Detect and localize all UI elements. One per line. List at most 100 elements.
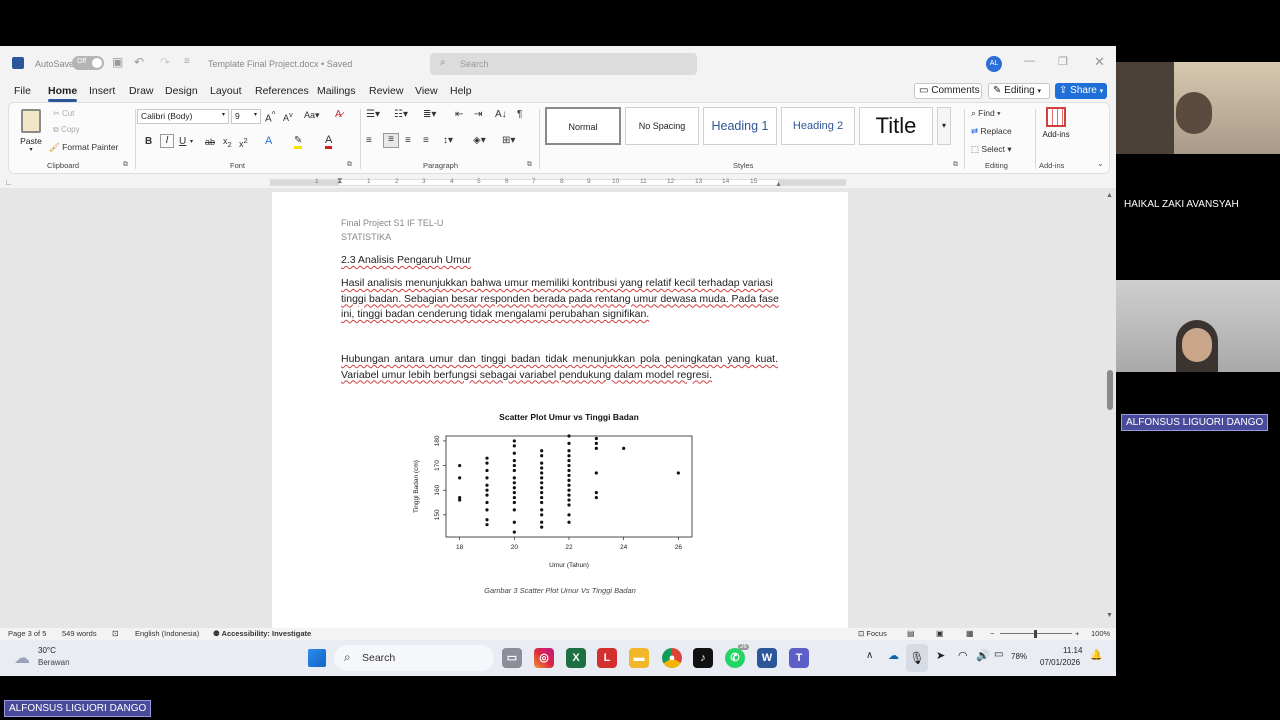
collapse-ribbon-icon[interactable]: ⌄ (1097, 159, 1104, 168)
zoom-out-icon[interactable]: − (990, 629, 994, 638)
shading-icon[interactable]: ◈▾ (473, 135, 486, 146)
highlight-icon[interactable]: ✎ (294, 135, 303, 149)
web-layout-icon[interactable]: ▦ (966, 629, 974, 638)
clipboard-launcher-icon[interactable]: ⧉ (123, 161, 128, 169)
battery-icon[interactable]: ▭ (994, 649, 1003, 660)
read-mode-icon[interactable]: ▤ (907, 629, 915, 638)
superscript-icon[interactable]: x2 (239, 136, 248, 149)
style-title[interactable]: Title (859, 107, 933, 145)
tab-insert[interactable]: Insert (89, 85, 115, 97)
horizontal-ruler[interactable]: ∟ ⧗ ▲ 1 1 2 3 4 5 6 7 8 9 10 11 12 13 14… (0, 176, 1116, 188)
show-hidden-icons[interactable]: ∧ (866, 650, 873, 661)
tab-layout[interactable]: Layout (210, 85, 242, 97)
italic-icon[interactable]: I (160, 134, 174, 148)
notification-icon[interactable]: 🔔 (1090, 650, 1102, 661)
weather-desc[interactable]: Berawan (38, 658, 70, 667)
align-center-icon[interactable]: ≡ (383, 133, 399, 148)
section-heading[interactable]: 2.3 Analisis Pengaruh Umur (341, 254, 471, 266)
file-explorer-icon[interactable]: ▬ (629, 648, 649, 668)
tab-references[interactable]: References (255, 85, 309, 97)
battery-level[interactable]: 78% (1011, 652, 1027, 661)
focus-mode[interactable]: ⊡ Focus (858, 629, 887, 638)
zoom-slider-thumb[interactable] (1034, 630, 1037, 638)
excel-icon[interactable]: X (566, 648, 586, 668)
paragraph-2[interactable]: Hubungan antara umur dan tinggi badan ti… (341, 352, 781, 383)
strikethrough-icon[interactable]: ab (205, 137, 215, 147)
save-icon[interactable]: ▣ (112, 55, 123, 69)
redo-icon[interactable]: ↷ (160, 55, 170, 69)
vertical-scrollbar[interactable]: ▲ ▼ (1104, 192, 1116, 624)
tab-home[interactable]: Home (48, 85, 78, 102)
onedrive-icon[interactable]: ☁ (888, 649, 899, 662)
location-icon[interactable]: ➤ (936, 649, 945, 662)
text-effects-icon[interactable]: A (265, 135, 272, 147)
accessibility-status[interactable]: ⚉ Accessibility: Investigate (213, 629, 311, 638)
change-case-icon[interactable]: Aa▾ (304, 110, 320, 121)
align-left-icon[interactable]: ≡ (366, 135, 372, 146)
undo-icon[interactable]: ↶ (134, 55, 144, 69)
taskbar-search[interactable]: ⌕ Search (334, 645, 494, 671)
instagram-icon[interactable]: ◎ (534, 648, 554, 668)
multilevel-icon[interactable]: ≣▾ (423, 109, 436, 120)
styles-launcher-icon[interactable]: ⧉ (953, 161, 958, 169)
paragraph-launcher-icon[interactable]: ⧉ (527, 161, 532, 169)
document-page[interactable]: Final Project S1 IF TEL-U STATISTIKA 2.3… (272, 192, 848, 628)
maximize-icon[interactable]: ❐ (1058, 55, 1068, 68)
increase-indent-icon[interactable]: ⇥ (474, 109, 482, 120)
paste-button[interactable]: Paste ▾ (17, 109, 45, 155)
app-l-icon[interactable]: L (597, 648, 617, 668)
borders-icon[interactable]: ⊞▾ (502, 135, 515, 146)
font-launcher-icon[interactable]: ⧉ (347, 161, 352, 169)
share-button[interactable]: ⇪ Share ▾ (1055, 83, 1107, 99)
autosave-toggle[interactable]: Off (72, 56, 104, 70)
word-count[interactable]: 549 words (62, 629, 97, 638)
subscript-icon[interactable]: x2 (223, 136, 232, 149)
addins-button[interactable]: Add-ins (1041, 107, 1071, 139)
align-right-icon[interactable]: ≡ (405, 135, 411, 146)
bullets-icon[interactable]: ☰▾ (366, 109, 380, 120)
sort-icon[interactable]: A↓ (495, 109, 507, 120)
user-avatar[interactable]: AL (986, 56, 1002, 72)
microphone-icon[interactable]: 🎙 (906, 644, 928, 672)
copy-button[interactable]: ⧉ Copy (53, 125, 80, 135)
pilcrow-icon[interactable]: ¶ (517, 109, 522, 120)
page-indicator[interactable]: Page 3 of 5 (8, 629, 46, 638)
clear-formatting-icon[interactable]: A̷ (335, 109, 342, 120)
volume-icon[interactable]: 🔊 (976, 649, 990, 662)
print-layout-icon[interactable]: ▣ (936, 629, 944, 638)
proofing-icon[interactable]: ⊡ (112, 629, 119, 638)
style-heading-2[interactable]: Heading 2 (781, 107, 855, 145)
replace-button[interactable]: ⇄ Replace (971, 126, 1012, 137)
scroll-up-icon[interactable]: ▲ (1106, 192, 1113, 199)
chrome-icon[interactable]: ● (662, 648, 682, 668)
scroll-thumb[interactable] (1107, 370, 1113, 410)
document-title[interactable]: Template Final Project.docx • Saved (208, 59, 352, 69)
indent-marker-icon[interactable]: ⧗ (337, 176, 343, 186)
word-taskbar-icon[interactable]: W (757, 648, 777, 668)
shrink-font-icon[interactable]: Av (283, 110, 293, 123)
style-normal[interactable]: Normal (545, 107, 621, 145)
tab-review[interactable]: Review (369, 85, 403, 97)
tab-file[interactable]: File (14, 85, 31, 97)
line-spacing-icon[interactable]: ↕▾ (443, 135, 453, 146)
paragraph-1[interactable]: Hasil analisis menunjukkan bahwa umur me… (341, 276, 781, 323)
tab-mailings[interactable]: Mailings (317, 85, 356, 97)
cut-button[interactable]: ✂ Cut (53, 109, 74, 118)
tiktok-icon[interactable]: ♪ (693, 648, 713, 668)
style-no-spacing[interactable]: No Spacing (625, 107, 699, 145)
font-color-icon[interactable]: A (325, 134, 333, 149)
zoom-in-icon[interactable]: + (1075, 629, 1079, 638)
clock-time[interactable]: 11.14 (1063, 646, 1082, 655)
tab-selector-icon[interactable]: ∟ (5, 178, 13, 187)
scatter-chart[interactable]: Scatter Plot Umur vs Tinggi Badan 18 20 22 2… (392, 410, 712, 580)
comments-button[interactable]: ▭ Comments (914, 83, 982, 99)
justify-icon[interactable]: ≡ (423, 135, 429, 146)
tab-design[interactable]: Design (165, 85, 198, 97)
styles-more-icon[interactable]: ▾ (937, 107, 951, 145)
grow-font-icon[interactable]: A^ (265, 109, 276, 124)
font-size-box[interactable]: 9 ▾ (231, 109, 261, 124)
language-indicator[interactable]: English (Indonesia) (135, 629, 199, 638)
tab-draw[interactable]: Draw (129, 85, 154, 97)
numbering-icon[interactable]: ☷▾ (394, 109, 408, 120)
tab-help[interactable]: Help (450, 85, 472, 97)
